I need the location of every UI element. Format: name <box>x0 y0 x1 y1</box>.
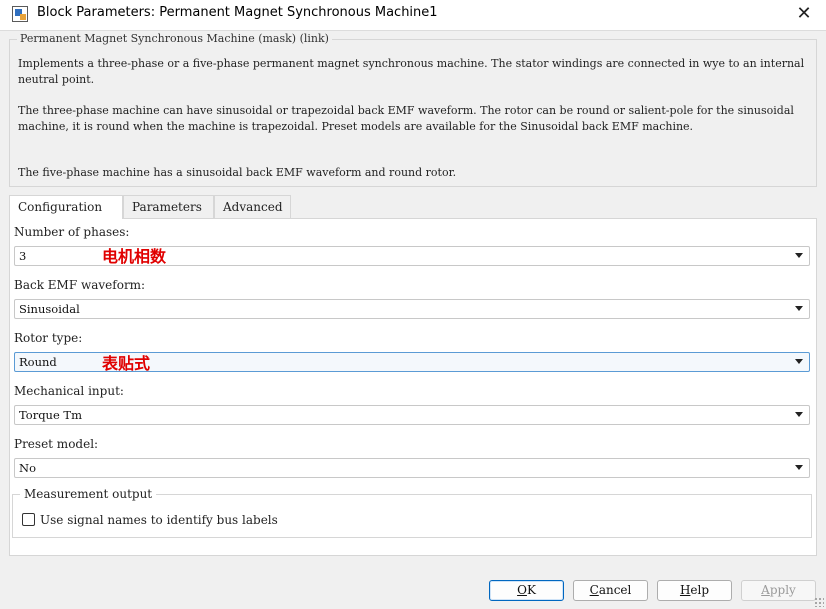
mechanical-input-label: Mechanical input: <box>14 384 124 398</box>
description-paragraph: The five-phase machine has a sinusoidal … <box>18 166 457 179</box>
help-label-rest: elp <box>690 583 710 597</box>
window-title: Block Parameters: Permanent Magnet Synch… <box>37 5 438 20</box>
bus-labels-checkbox-label[interactable]: Use signal names to identify bus labels <box>40 513 278 527</box>
apply-mnemonic: A <box>761 583 770 597</box>
phases-value: 3 <box>19 249 27 263</box>
simulink-block-icon <box>12 6 28 22</box>
chevron-down-icon <box>795 253 803 258</box>
rotor-type-label: Rotor type: <box>14 331 83 345</box>
preset-model-label: Preset model: <box>14 437 99 451</box>
measurement-legend: Measurement output <box>20 487 157 501</box>
close-button[interactable]: ✕ <box>782 0 826 30</box>
mask-legend: Permanent Magnet Synchronous Machine (ma… <box>17 32 332 45</box>
apply-label-rest: pply <box>769 583 796 597</box>
ok-label-rest: K <box>526 583 536 597</box>
tab-advanced[interactable]: Advanced <box>214 195 291 218</box>
tab-parameters[interactable]: Parameters <box>123 195 214 218</box>
chevron-down-icon <box>795 465 803 470</box>
help-button[interactable]: Help <box>657 580 732 601</box>
title-bar: Block Parameters: Permanent Magnet Synch… <box>0 0 826 31</box>
phases-label: Number of phases: <box>14 225 130 239</box>
rotor-annotation: 表贴式 <box>102 354 151 373</box>
mechanical-input-select[interactable]: Torque Tm <box>14 405 810 425</box>
description-paragraph: Implements a three-phase or a five-phase… <box>18 57 805 86</box>
ok-mnemonic: O <box>517 583 527 597</box>
chevron-down-icon <box>795 306 803 311</box>
cancel-mnemonic: C <box>589 583 599 597</box>
ok-button[interactable]: OK <box>489 580 564 601</box>
bus-labels-checkbox[interactable] <box>22 513 35 526</box>
tab-configuration[interactable]: Configuration <box>9 195 123 219</box>
preset-model-select[interactable]: No <box>14 458 810 478</box>
description-paragraph: The three-phase machine can have sinusoi… <box>18 104 794 133</box>
cancel-button[interactable]: Cancel <box>573 580 648 601</box>
mechanical-input-value: Torque Tm <box>19 408 83 422</box>
rotor-type-value: Round <box>19 355 57 369</box>
back-emf-label: Back EMF waveform: <box>14 278 146 292</box>
preset-model-value: No <box>19 461 36 475</box>
cancel-label-rest: ancel <box>598 583 632 597</box>
apply-button: Apply <box>741 580 816 601</box>
help-mnemonic: H <box>679 583 691 597</box>
chevron-down-icon <box>795 359 803 364</box>
back-emf-select[interactable]: Sinusoidal <box>14 299 810 319</box>
back-emf-value: Sinusoidal <box>19 302 80 316</box>
chevron-down-icon <box>795 412 803 417</box>
phases-annotation: 电机相数 <box>102 247 167 266</box>
resize-grip[interactable] <box>814 597 824 607</box>
